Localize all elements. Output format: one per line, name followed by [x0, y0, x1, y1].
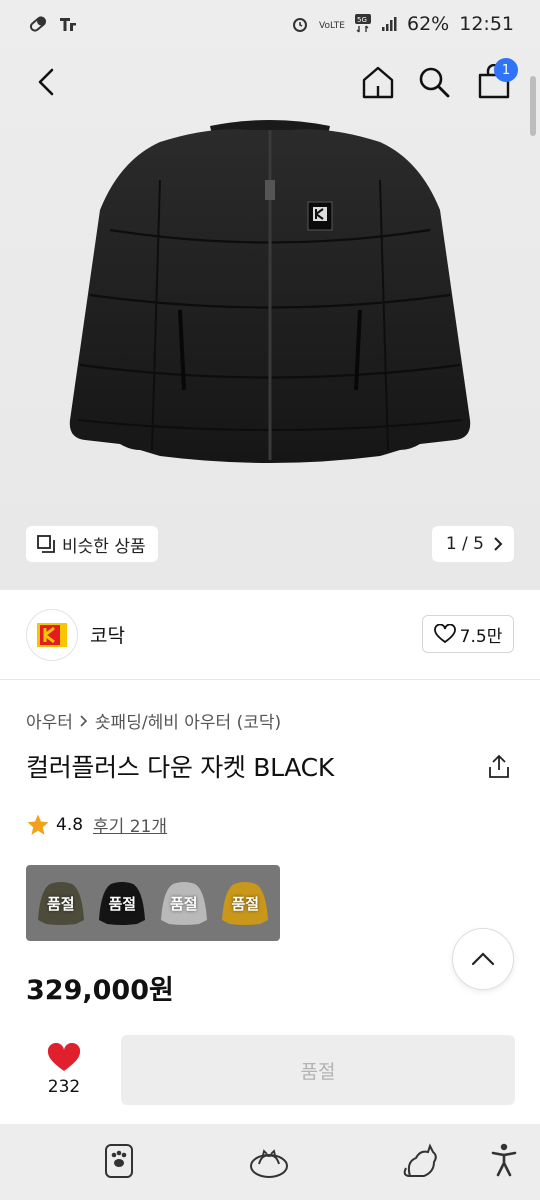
cat-bed-icon	[250, 1149, 288, 1178]
copy-icon	[37, 535, 55, 553]
cat-paw-icon	[105, 1144, 133, 1178]
similar-products-button[interactable]: 비슷한 상품	[26, 526, 158, 562]
soldout-label: 품절	[46, 894, 75, 913]
cart-button[interactable]: 1	[472, 58, 518, 104]
status-right: VoLTE 5G 62% 12:51	[291, 13, 514, 35]
buy-button-soldout[interactable]: 품절	[121, 1035, 515, 1105]
system-navigation-bar	[0, 1124, 540, 1200]
chevron-right-icon	[494, 537, 503, 551]
wishlist-count: 232	[47, 1077, 81, 1097]
home-button[interactable]	[358, 60, 398, 104]
search-icon	[419, 67, 450, 98]
soldout-label: 품절	[231, 894, 260, 913]
soldout-label: 품절	[169, 894, 198, 913]
volte-icon: VoLTE	[319, 16, 345, 32]
clock: 12:51	[459, 13, 514, 35]
status-bar: VoLTE 5G 62% 12:51	[0, 0, 540, 48]
brand-logo[interactable]	[26, 609, 78, 661]
scroll-to-top-button[interactable]	[452, 928, 514, 990]
brand-row[interactable]: 코닥 7.5만	[0, 590, 540, 680]
heart-outline-icon	[433, 624, 456, 644]
accessibility-icon	[491, 1143, 517, 1177]
image-pager-text: 1 / 5	[445, 534, 484, 554]
network-5g-icon: 5G	[355, 14, 371, 34]
brand-like-button[interactable]: 7.5만	[422, 615, 514, 653]
share-button[interactable]	[484, 752, 514, 782]
svg-text:5G: 5G	[357, 16, 367, 24]
recent-apps-button[interactable]	[102, 1142, 136, 1180]
breadcrumb: 아우터 숏패딩/헤비 아우터 (코닥)	[26, 708, 281, 733]
chevron-up-icon	[471, 952, 495, 966]
product-page: VoLTE 5G 62% 12:51 1 비슷한 상품 1 / 5 코닥 7.5…	[0, 0, 540, 1200]
status-left	[28, 14, 78, 34]
color-options: 품절 품절 품절 품절	[26, 865, 280, 941]
signal-icon	[381, 16, 397, 32]
heart-filled-icon	[47, 1043, 81, 1071]
brand-like-count: 7.5만	[459, 626, 503, 647]
home-icon	[362, 66, 394, 99]
product-image-gallery[interactable]: 1 비슷한 상품 1 / 5	[0, 48, 540, 590]
image-pager-button[interactable]: 1 / 5	[431, 526, 514, 562]
back-nav-button[interactable]	[400, 1142, 440, 1182]
color-option-mustard[interactable]: 품절	[216, 870, 274, 936]
color-option-gray[interactable]: 품절	[155, 870, 213, 936]
wishlist-button[interactable]: 232	[26, 1036, 102, 1104]
similar-products-label: 비슷한 상품	[62, 536, 146, 557]
chevron-right-icon	[80, 714, 88, 727]
product-price: 329,000원	[26, 975, 174, 1006]
accessibility-button[interactable]	[490, 1142, 518, 1178]
soldout-label: 품절	[108, 894, 137, 913]
svg-text:VoLTE: VoLTE	[319, 21, 345, 31]
product-image	[69, 120, 471, 463]
home-nav-button[interactable]	[248, 1142, 290, 1182]
pill-icon	[28, 14, 48, 34]
rating-score: 4.8	[56, 814, 84, 835]
product-title: 컬러플러스 다운 자켓 BLACK	[26, 753, 334, 782]
scrollbar-thumb[interactable]	[530, 76, 536, 136]
cat-icon	[403, 1143, 437, 1177]
kodak-logo-icon	[37, 623, 67, 647]
chevron-left-icon	[38, 68, 54, 96]
color-option-black[interactable]: 품절	[93, 870, 151, 936]
color-option-khaki[interactable]: 품절	[32, 870, 90, 936]
battery-level: 62%	[407, 13, 450, 35]
share-icon	[489, 754, 509, 778]
back-button[interactable]	[26, 62, 66, 102]
t-app-icon	[58, 14, 78, 34]
breadcrumb-item-category[interactable]: 숏패딩/헤비 아우터 (코닥)	[95, 708, 281, 733]
search-button[interactable]	[414, 60, 454, 104]
alarm-icon	[291, 15, 309, 33]
brand-name[interactable]: 코닥	[90, 621, 125, 648]
rating-row: 4.8 후기 21개	[26, 812, 167, 837]
breadcrumb-item-outer[interactable]: 아우터	[26, 708, 73, 733]
reviews-link[interactable]: 후기 21개	[93, 812, 167, 837]
star-icon	[27, 814, 49, 835]
cart-count-badge: 1	[494, 58, 518, 82]
